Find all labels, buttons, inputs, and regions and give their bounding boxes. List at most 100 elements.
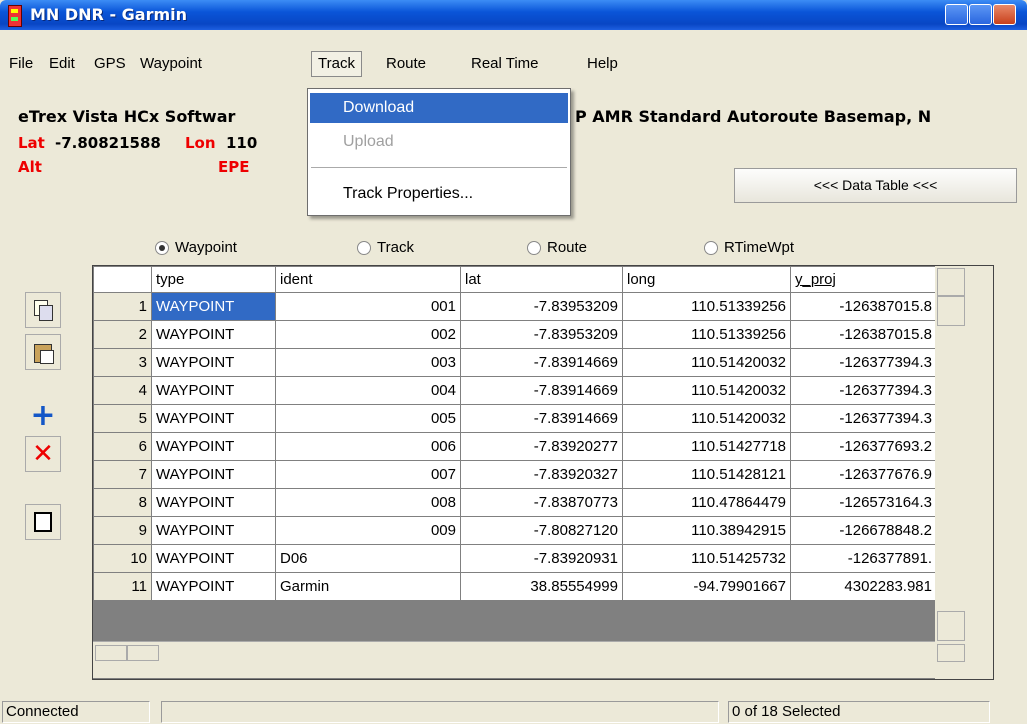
table-row[interactable]: 6 WAYPOINT 006 -7.83920277 110.51427718 -1263…: [93, 432, 937, 461]
horizontal-scrollbar[interactable]: [93, 641, 935, 678]
scroll-up-button[interactable]: [937, 268, 965, 296]
cell-lat[interactable]: -7.83920277: [460, 432, 623, 461]
column-header[interactable]: y_proj: [790, 266, 937, 293]
cell-ident[interactable]: 003: [275, 348, 461, 377]
close-button[interactable]: [993, 4, 1016, 25]
menu-edit[interactable]: Edit: [43, 51, 81, 77]
minimize-button[interactable]: [945, 4, 968, 25]
cell-type[interactable]: WAYPOINT: [151, 292, 276, 321]
cell-y-proj[interactable]: -126387015.8: [790, 292, 937, 321]
cell-type[interactable]: WAYPOINT: [151, 488, 276, 517]
cell-long[interactable]: 110.38942915: [622, 516, 791, 545]
delete-button[interactable]: ✕: [25, 436, 61, 472]
table-row[interactable]: 3 WAYPOINT 003 -7.83914669 110.51420032 -1263…: [93, 348, 937, 377]
cell-ident[interactable]: 008: [275, 488, 461, 517]
cell-type[interactable]: WAYPOINT: [151, 348, 276, 377]
cell-type[interactable]: WAYPOINT: [151, 516, 276, 545]
row-number[interactable]: 4: [93, 376, 152, 405]
add-button[interactable]: +: [25, 397, 61, 433]
maximize-button[interactable]: [969, 4, 992, 25]
cell-lat[interactable]: -7.83953209: [460, 292, 623, 321]
menu-download[interactable]: Download: [310, 93, 568, 123]
cell-lat[interactable]: 38.85554999: [460, 572, 623, 601]
cell-y-proj[interactable]: -126377693.2: [790, 432, 937, 461]
cell-ident[interactable]: 009: [275, 516, 461, 545]
row-number[interactable]: 6: [93, 432, 152, 461]
cell-lat[interactable]: -7.83953209: [460, 320, 623, 349]
cell-y-proj[interactable]: -126377394.3: [790, 376, 937, 405]
cell-ident[interactable]: 001: [275, 292, 461, 321]
cell-long[interactable]: 110.51420032: [622, 348, 791, 377]
row-number[interactable]: 10: [93, 544, 152, 573]
cell-long[interactable]: 110.51425732: [622, 544, 791, 573]
cell-lat[interactable]: -7.83914669: [460, 404, 623, 433]
menu-file[interactable]: File: [3, 51, 39, 77]
scroll-down-button[interactable]: [937, 611, 965, 641]
column-header[interactable]: lat: [460, 266, 623, 293]
cell-ident[interactable]: D06: [275, 544, 461, 573]
menu-waypoint[interactable]: Waypoint: [134, 51, 208, 77]
cell-type[interactable]: WAYPOINT: [151, 404, 276, 433]
row-number[interactable]: 7: [93, 460, 152, 489]
cell-y-proj[interactable]: -126573164.3: [790, 488, 937, 517]
data-table-button[interactable]: <<< Data Table <<<: [734, 168, 1017, 203]
cell-y-proj[interactable]: -126678848.2: [790, 516, 937, 545]
cell-long[interactable]: -94.79901667: [622, 572, 791, 601]
cell-y-proj[interactable]: 4302283.981: [790, 572, 937, 601]
table-row[interactable]: 9 WAYPOINT 009 -7.80827120 110.38942915 -1266…: [93, 516, 937, 545]
scroll-thumb-v[interactable]: [937, 296, 965, 326]
cell-y-proj[interactable]: -126377394.3: [790, 404, 937, 433]
column-header[interactable]: long: [622, 266, 791, 293]
cell-y-proj[interactable]: -126377394.3: [790, 348, 937, 377]
table-row[interactable]: 8 WAYPOINT 008 -7.83870773 110.47864479 -1265…: [93, 488, 937, 517]
table-row[interactable]: 1 WAYPOINT 001 -7.83953209 110.51339256 -1263…: [93, 292, 937, 321]
cell-ident[interactable]: 005: [275, 404, 461, 433]
row-number[interactable]: 5: [93, 404, 152, 433]
menu-route[interactable]: Route: [380, 51, 432, 77]
cell-long[interactable]: 110.51339256: [622, 320, 791, 349]
row-number[interactable]: 8: [93, 488, 152, 517]
cell-ident[interactable]: 004: [275, 376, 461, 405]
table-row[interactable]: 7 WAYPOINT 007 -7.83920327 110.51428121 -1263…: [93, 460, 937, 489]
row-number[interactable]: 11: [93, 572, 152, 601]
cell-lat[interactable]: -7.83870773: [460, 488, 623, 517]
cell-ident[interactable]: 002: [275, 320, 461, 349]
radio-rtimewpt[interactable]: RTimeWpt: [704, 239, 794, 256]
cell-type[interactable]: WAYPOINT: [151, 544, 276, 573]
copy-button[interactable]: [25, 292, 61, 328]
row-number[interactable]: 3: [93, 348, 152, 377]
cell-long[interactable]: 110.51428121: [622, 460, 791, 489]
cell-type[interactable]: WAYPOINT: [151, 432, 276, 461]
menu-gps[interactable]: GPS: [88, 51, 132, 77]
cell-lat[interactable]: -7.80827120: [460, 516, 623, 545]
menu-real-time[interactable]: Real Time: [465, 51, 545, 77]
title-bar[interactable]: MN DNR - Garmin: [0, 0, 1027, 30]
row-number[interactable]: 9: [93, 516, 152, 545]
cell-long[interactable]: 110.51420032: [622, 376, 791, 405]
cell-ident[interactable]: Garmin: [275, 572, 461, 601]
menu-track-properties[interactable]: Track Properties...: [310, 179, 568, 209]
cell-y-proj[interactable]: -126377891.: [790, 544, 937, 573]
cell-ident[interactable]: 007: [275, 460, 461, 489]
select-box-button[interactable]: [25, 504, 61, 540]
radio-track[interactable]: Track: [357, 239, 414, 256]
cell-ident[interactable]: 006: [275, 432, 461, 461]
table-row[interactable]: 4 WAYPOINT 004 -7.83914669 110.51420032 -1263…: [93, 376, 937, 405]
radio-route[interactable]: Route: [527, 239, 587, 256]
row-number[interactable]: 1: [93, 292, 152, 321]
scroll-thumb-h[interactable]: [127, 645, 159, 661]
column-header[interactable]: ident: [275, 266, 461, 293]
table-row[interactable]: 11 WAYPOINT Garmin 38.85554999 -94.79901667 4…: [93, 572, 937, 601]
menu-upload[interactable]: Upload: [310, 127, 568, 157]
cell-type[interactable]: WAYPOINT: [151, 572, 276, 601]
cell-lat[interactable]: -7.83920931: [460, 544, 623, 573]
cell-type[interactable]: WAYPOINT: [151, 460, 276, 489]
cell-long[interactable]: 110.51420032: [622, 404, 791, 433]
menu-help[interactable]: Help: [581, 51, 624, 77]
cell-long[interactable]: 110.51339256: [622, 292, 791, 321]
cell-y-proj[interactable]: -126387015.8: [790, 320, 937, 349]
menu-track[interactable]: Track: [311, 51, 362, 77]
table-row[interactable]: 5 WAYPOINT 005 -7.83914669 110.51420032 -1263…: [93, 404, 937, 433]
cell-type[interactable]: WAYPOINT: [151, 320, 276, 349]
radio-waypoint[interactable]: Waypoint: [155, 239, 237, 256]
